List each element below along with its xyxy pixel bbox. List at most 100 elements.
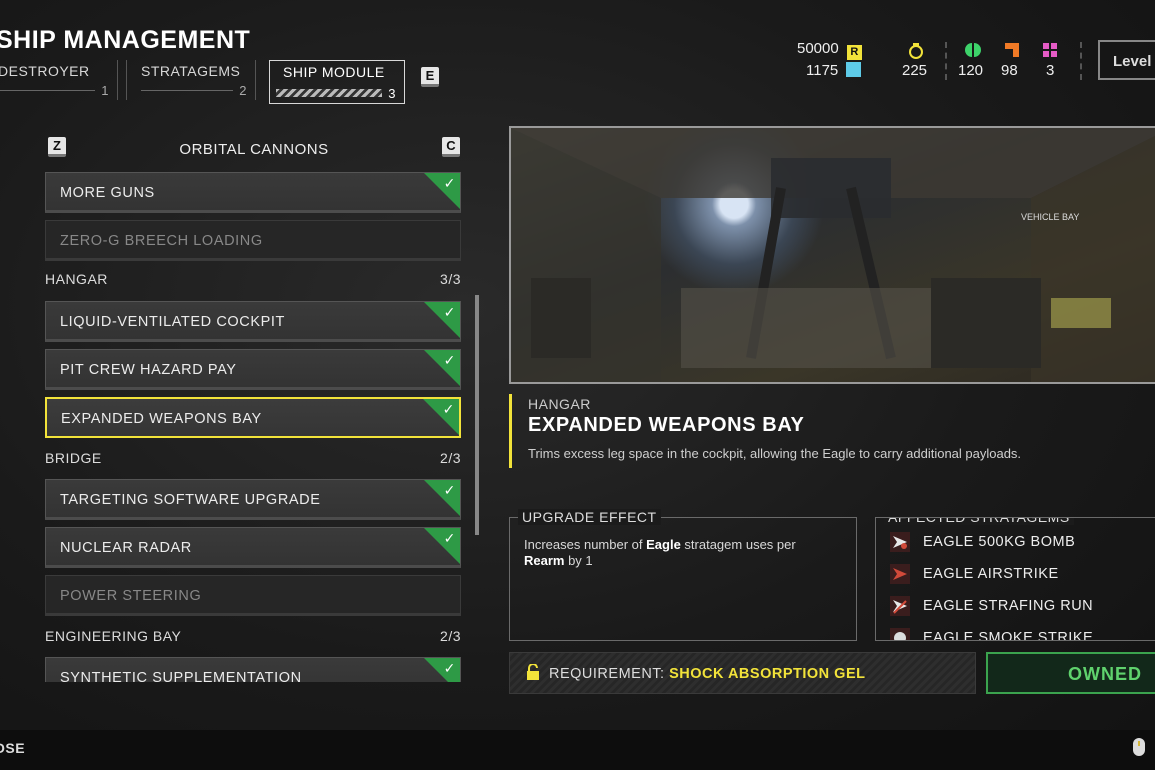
next-category-key-hint[interactable]: C bbox=[442, 137, 460, 157]
super-credits-icon bbox=[909, 43, 923, 59]
list-item-label: ZERO-G BREECH LOADING bbox=[60, 233, 263, 249]
tab-number: 3 bbox=[388, 86, 396, 101]
eagle-stratagem-icon bbox=[890, 628, 910, 640]
tab-label: STRATAGEMS bbox=[141, 63, 241, 79]
owned-status-button[interactable]: OWNED bbox=[986, 652, 1155, 694]
check-icon: ✓ bbox=[443, 304, 456, 320]
super-credits-counter: 225 bbox=[902, 62, 927, 79]
tab-label: DESTROYER bbox=[0, 63, 90, 79]
stratagem-label: EAGLE STRAFING RUN bbox=[923, 598, 1094, 614]
tab-ship-module[interactable]: SHIP MODULE 3 bbox=[269, 60, 405, 104]
affected-stratagems-panel: AFFECTED STRATAGEMS EAGLE 500KG BOMB EAG… bbox=[875, 517, 1155, 641]
upgrade-item-liquid-ventilated-cockpit[interactable]: LIQUID-VENTILATED COCKPIT ✓ bbox=[45, 301, 461, 342]
check-icon: ✓ bbox=[443, 660, 456, 676]
list-item-label: EXPANDED WEAPONS BAY bbox=[61, 411, 262, 427]
effect-text-part: by 1 bbox=[564, 553, 593, 568]
medals-value: 1175 bbox=[806, 62, 839, 79]
upgrade-effect-panel: UPGRADE EFFECT Increases number of Eagle… bbox=[509, 509, 857, 641]
list-item-label: SYNTHETIC SUPPLEMENTATION bbox=[60, 670, 302, 682]
tab-stratagems[interactable]: STRATAGEMS 2 bbox=[126, 60, 256, 100]
list-item-label: LIQUID-VENTILATED COCKPIT bbox=[60, 314, 286, 330]
section-bridge: BRIDGE 2/3 bbox=[45, 450, 461, 466]
next-tab-key-hint[interactable]: E bbox=[421, 67, 439, 87]
medals-counter: 1175 bbox=[806, 62, 862, 79]
list-item-label: PIT CREW HAZARD PAY bbox=[60, 362, 237, 378]
list-item-label: NUCLEAR RADAR bbox=[60, 540, 192, 556]
check-icon: ✓ bbox=[443, 352, 456, 368]
check-icon: ✓ bbox=[443, 175, 456, 191]
detail-category: HANGAR bbox=[528, 396, 591, 412]
common-sample-icon bbox=[965, 43, 981, 57]
stratagem-label: EAGLE 500KG BOMB bbox=[923, 534, 1076, 550]
stratagem-label: EAGLE AIRSTRIKE bbox=[923, 566, 1059, 582]
category-header: Z ORBITAL CANNONS C bbox=[46, 137, 462, 161]
hangar-illustration: VEHICLE BAY bbox=[511, 128, 1155, 382]
rare-sample-icon bbox=[1005, 43, 1019, 57]
effect-text-part: Increases number of bbox=[524, 537, 647, 552]
upgrade-item-pit-crew-hazard-pay[interactable]: PIT CREW HAZARD PAY ✓ bbox=[45, 349, 461, 390]
footer-bar bbox=[0, 730, 1155, 770]
upgrade-item-more-guns[interactable]: MORE GUNS ✓ bbox=[45, 172, 461, 213]
section-count: 2/3 bbox=[440, 450, 461, 466]
requisition-icon: R bbox=[846, 45, 862, 60]
section-label: HANGAR bbox=[45, 271, 108, 287]
tab-number: 2 bbox=[239, 83, 247, 98]
section-hangar: HANGAR 3/3 bbox=[45, 271, 461, 287]
tab-number: 1 bbox=[101, 83, 109, 98]
accent-bar bbox=[509, 394, 512, 468]
check-icon: ✓ bbox=[443, 530, 456, 546]
tab-underline bbox=[0, 90, 95, 91]
list-item-label: MORE GUNS bbox=[60, 185, 155, 201]
common-samples-counter: 120 bbox=[958, 62, 984, 79]
requisition-value: 50000 bbox=[797, 40, 839, 57]
eagle-stratagem-icon bbox=[890, 564, 910, 584]
divider bbox=[945, 42, 947, 80]
requirement-text: REQUIREMENT: SHOCK ABSORPTION GEL bbox=[549, 666, 865, 682]
stratagem-label: EAGLE SMOKE STRIKE bbox=[923, 630, 1094, 641]
requisition-counter: 50000 R bbox=[797, 40, 862, 60]
eagle-stratagem-icon bbox=[890, 532, 910, 552]
section-count: 3/3 bbox=[440, 271, 461, 287]
category-title: ORBITAL CANNONS bbox=[179, 141, 329, 158]
upgrade-item-nuclear-radar[interactable]: NUCLEAR RADAR ✓ bbox=[45, 527, 461, 568]
list-item-label: TARGETING SOFTWARE UPGRADE bbox=[60, 492, 321, 508]
super-credits-value: 225 bbox=[902, 62, 928, 79]
section-count: 2/3 bbox=[440, 628, 461, 644]
requirement-value: SHOCK ABSORPTION GEL bbox=[669, 666, 866, 682]
effect-text-part: stratagem uses per bbox=[680, 537, 796, 552]
mouse-icon bbox=[1133, 738, 1145, 756]
upgrade-list: MORE GUNS ✓ ZERO-G BREECH LOADING HANGAR… bbox=[45, 170, 463, 682]
upgrade-effect-title: UPGRADE EFFECT bbox=[518, 509, 661, 525]
super-sample-icon bbox=[1043, 43, 1057, 57]
tab-destroyer[interactable]: DESTROYER 1 bbox=[0, 60, 118, 100]
check-icon: ✓ bbox=[443, 482, 456, 498]
rare-samples-counter: 98 bbox=[1001, 62, 1018, 79]
level-badge: Level bbox=[1098, 40, 1155, 80]
upgrade-item-power-steering[interactable]: POWER STEERING bbox=[45, 575, 461, 616]
list-item-label: POWER STEERING bbox=[60, 588, 202, 604]
lock-icon bbox=[527, 664, 539, 680]
medal-icon bbox=[846, 62, 862, 77]
active-tab-indicator bbox=[276, 89, 382, 97]
list-scrollbar[interactable] bbox=[475, 295, 479, 535]
section-label: ENGINEERING BAY bbox=[45, 628, 182, 644]
preview-sign-text: VEHICLE BAY bbox=[1021, 212, 1079, 222]
upgrade-item-synthetic-supplementation[interactable]: SYNTHETIC SUPPLEMENTATION ✓ bbox=[45, 657, 461, 682]
affected-stratagems-title: AFFECTED STRATAGEMS bbox=[884, 518, 1074, 525]
page-title: SHIP MANAGEMENT bbox=[0, 26, 251, 54]
upgrade-item-targeting-software-upgrade[interactable]: TARGETING SOFTWARE UPGRADE ✓ bbox=[45, 479, 461, 520]
close-button[interactable]: OSE bbox=[0, 740, 25, 756]
section-engineering-bay: ENGINEERING BAY 2/3 bbox=[45, 628, 461, 644]
upgrade-item-expanded-weapons-bay[interactable]: EXPANDED WEAPONS BAY ✓ bbox=[45, 397, 461, 438]
upgrade-item-zero-g-breech-loading[interactable]: ZERO-G BREECH LOADING bbox=[45, 220, 461, 261]
eagle-stratagem-icon bbox=[890, 596, 910, 616]
effect-keyword: Eagle bbox=[646, 537, 681, 552]
effect-keyword: Rearm bbox=[524, 553, 565, 568]
module-preview-image: VEHICLE BAY bbox=[509, 126, 1155, 384]
super-samples-counter: 3 bbox=[1046, 62, 1055, 79]
divider bbox=[1080, 42, 1082, 80]
tab-underline bbox=[141, 90, 233, 91]
upgrade-effect-text: Increases number of Eagle stratagem uses… bbox=[524, 537, 844, 569]
section-label: BRIDGE bbox=[45, 450, 102, 466]
detail-description: Trims excess leg space in the cockpit, a… bbox=[528, 446, 1022, 461]
